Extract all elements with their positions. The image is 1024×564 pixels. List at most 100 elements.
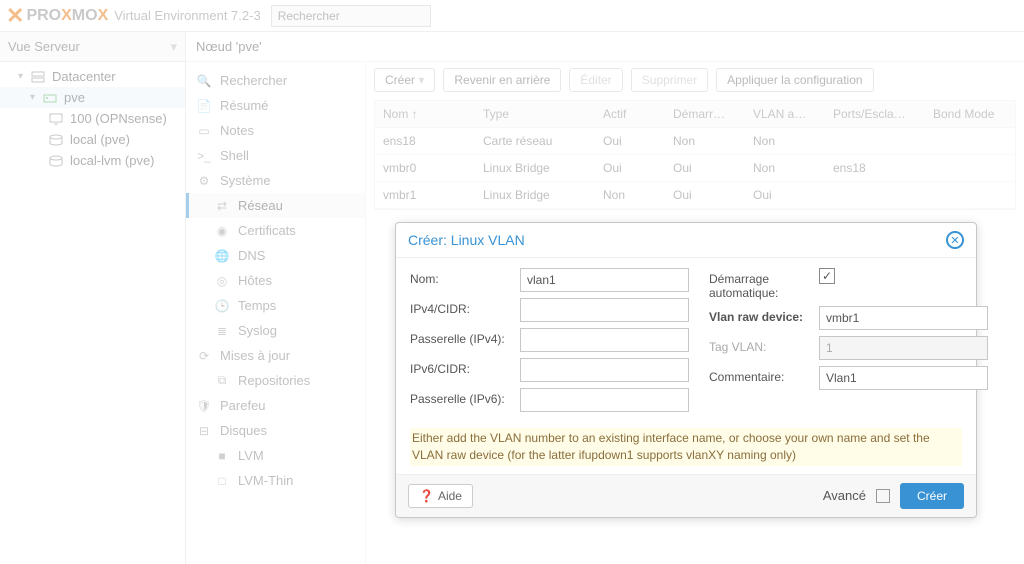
menu-lvmthin[interactable]: □LVM-Thin — [186, 468, 365, 493]
col-ports[interactable]: Ports/Escla… — [825, 101, 925, 127]
tree-item-label: pve — [64, 90, 85, 105]
autostart-checkbox[interactable]: ✓ — [819, 268, 835, 284]
logo: ✕ PROXMOX Virtual Environment 7.2-3 — [6, 3, 261, 29]
cell: Non — [745, 128, 825, 154]
globe-icon: 🌐 — [214, 249, 230, 263]
close-icon[interactable]: ✕ — [946, 231, 964, 249]
ipv6-input[interactable] — [520, 358, 689, 382]
menu-disks[interactable]: ⊟Disques — [186, 418, 365, 443]
menu-dns[interactable]: 🌐 DNS — [186, 243, 365, 268]
tree-node-pve[interactable]: ▾ pve — [0, 87, 185, 108]
menu-search[interactable]: 🔍Rechercher — [186, 68, 365, 93]
menu-lvm[interactable]: ■LVM — [186, 443, 365, 468]
gateway6-input[interactable] — [520, 388, 689, 412]
col-bond[interactable]: Bond Mode — [925, 101, 1015, 127]
advanced-label: Avancé — [823, 488, 866, 503]
menu-summary[interactable]: 📄Résumé — [186, 93, 365, 118]
ipv4-input[interactable] — [520, 298, 689, 322]
menu-updates[interactable]: ⟳ Mises à jour — [186, 343, 365, 368]
col-name[interactable]: Nom ↑ — [375, 101, 475, 127]
document-icon: 📄 — [196, 99, 212, 113]
refresh-icon: ⟳ — [196, 349, 212, 363]
tree-item-label: local (pve) — [70, 132, 130, 147]
cell — [825, 128, 925, 154]
collapse-icon: ▾ — [30, 92, 40, 103]
create-vlan-dialog: Créer: Linux VLAN ✕ Nom: IPv4/CIDR: Pass… — [395, 222, 977, 518]
tree-storage-local[interactable]: local (pve) — [0, 129, 185, 150]
cell: Linux Bridge — [475, 155, 595, 181]
menu-syslog[interactable]: ≣Syslog — [186, 318, 365, 343]
logo-x-icon: ✕ — [6, 3, 24, 29]
gears-icon: ⚙ — [196, 174, 212, 188]
name-input[interactable] — [520, 268, 689, 292]
tree-storage-local-lvm[interactable]: local-lvm (pve) — [0, 150, 185, 171]
menu-label: Parefeu — [220, 398, 266, 413]
submit-create-button[interactable]: Créer — [900, 483, 964, 509]
table-row[interactable]: ens18 Carte réseau Oui Non Non — [375, 128, 1015, 155]
label-comment: Commentaire: — [709, 366, 819, 384]
resource-tree-panel: Vue Serveur ▾ ▾ Datacenter ▾ pve 100 (OP… — [0, 32, 186, 564]
raw-device-input[interactable] — [819, 306, 988, 330]
square-outline-icon: □ — [214, 474, 230, 488]
menu-system[interactable]: ⚙Système — [186, 168, 365, 193]
menu-label: Disques — [220, 423, 267, 438]
app-header: ✕ PROXMOX Virtual Environment 7.2-3 — [0, 0, 1024, 32]
col-active[interactable]: Actif — [595, 101, 665, 127]
table-row[interactable]: vmbr0 Linux Bridge Oui Oui Non ens18 — [375, 155, 1015, 182]
create-button[interactable]: Créer — [374, 68, 435, 92]
delete-button[interactable]: Supprimer — [631, 68, 708, 92]
menu-certs[interactable]: ◉Certificats — [186, 218, 365, 243]
vlan-hint-text: Either add the VLAN number to an existin… — [410, 428, 962, 466]
menu-repos[interactable]: ⧉ Repositories — [186, 368, 365, 393]
menu-label: DNS — [238, 248, 265, 263]
global-search-input[interactable] — [271, 5, 431, 27]
gateway4-input[interactable] — [520, 328, 689, 352]
col-vlan[interactable]: VLAN a… — [745, 101, 825, 127]
network-toolbar: Créer Revenir en arrière Éditer Supprime… — [374, 68, 1016, 92]
tree-item-label: 100 (OPNsense) — [70, 111, 167, 126]
col-autostart[interactable]: Démarr… — [665, 101, 745, 127]
menu-firewall[interactable]: 🛡 Parefeu — [186, 393, 365, 418]
label-ipv6: IPv6/CIDR: — [410, 358, 520, 376]
tree-vm-100[interactable]: 100 (OPNsense) — [0, 108, 185, 129]
menu-hosts[interactable]: ◎Hôtes — [186, 268, 365, 293]
menu-label: Shell — [220, 148, 249, 163]
collapse-icon: ▾ — [18, 71, 28, 82]
menu-label: LVM — [238, 448, 264, 463]
table-row[interactable]: vmbr1 Linux Bridge Non Oui Oui — [375, 182, 1015, 209]
menu-label: Hôtes — [238, 273, 272, 288]
view-selector[interactable]: Vue Serveur ▾ — [0, 32, 185, 62]
search-icon: 🔍 — [196, 74, 212, 88]
menu-notes[interactable]: ▭Notes — [186, 118, 365, 143]
menu-time[interactable]: 🕒Temps — [186, 293, 365, 318]
revert-button[interactable]: Revenir en arrière — [443, 68, 561, 92]
cell: ens18 — [375, 128, 475, 154]
menu-label: Syslog — [238, 323, 277, 338]
breadcrumb-text: Nœud 'pve' — [196, 39, 262, 54]
col-type[interactable]: Type — [475, 101, 595, 127]
box-icon: ⧉ — [214, 373, 230, 388]
cell: Carte réseau — [475, 128, 595, 154]
menu-shell[interactable]: >_ Shell — [186, 143, 365, 168]
cell: Non — [665, 128, 745, 154]
terminal-icon: >_ — [196, 149, 212, 163]
cell: vmbr0 — [375, 155, 475, 181]
menu-label: Repositories — [238, 373, 310, 388]
network-interfaces-table: Nom ↑ Type Actif Démarr… VLAN a… Ports/E… — [374, 100, 1016, 210]
apply-config-button[interactable]: Appliquer la configuration — [716, 68, 873, 92]
edit-button[interactable]: Éditer — [569, 68, 622, 92]
menu-label: Mises à jour — [220, 348, 290, 363]
cell: ens18 — [825, 155, 925, 181]
tree-datacenter[interactable]: ▾ Datacenter — [0, 66, 185, 87]
menu-network[interactable]: ⇄Réseau — [186, 193, 365, 218]
shield-icon: 🛡 — [196, 399, 212, 413]
note-icon: ▭ — [196, 124, 212, 138]
cell: Oui — [665, 155, 745, 181]
comment-input[interactable] — [819, 366, 988, 390]
advanced-checkbox[interactable] — [876, 489, 890, 503]
view-selector-label: Vue Serveur — [8, 39, 80, 54]
help-button[interactable]: ❓Aide — [408, 484, 473, 508]
server-icon — [30, 70, 46, 84]
version-text: Virtual Environment 7.2-3 — [114, 8, 260, 23]
node-icon — [42, 91, 58, 105]
